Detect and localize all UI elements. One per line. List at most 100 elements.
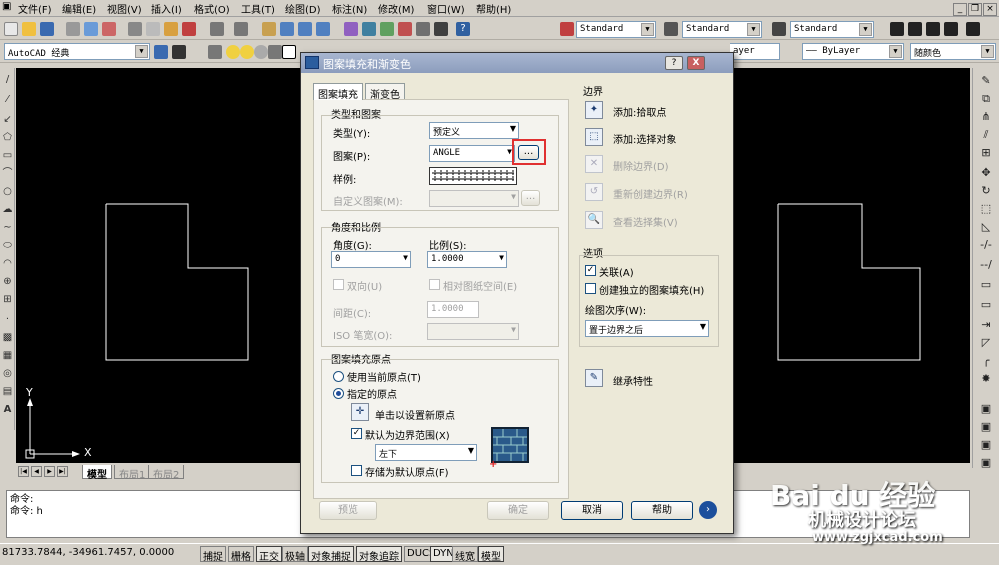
design-center-icon[interactable] [362, 22, 376, 36]
sheet-set-icon[interactable] [398, 22, 412, 36]
zoom-previous-icon[interactable] [316, 22, 330, 36]
status-osnap[interactable]: 对象捕捉 [308, 546, 354, 563]
next-tab-icon[interactable]: ▶ [44, 466, 55, 477]
rectangle-icon[interactable]: ▭ [2, 150, 13, 161]
menu-tools[interactable]: 工具(T) [241, 1, 275, 16]
insert-block-icon[interactable]: ⊕ [2, 276, 13, 287]
mirror-icon[interactable]: ⋔ [979, 110, 993, 124]
hatch-icon[interactable]: ▩ [2, 332, 13, 343]
copy-object-icon[interactable]: ⧉ [979, 92, 993, 106]
offset-icon[interactable]: ⫽ [979, 128, 993, 142]
menu-help[interactable]: 帮助(H) [476, 1, 511, 16]
zoom-realtime-icon[interactable] [280, 22, 294, 36]
dim-linear-icon[interactable] [890, 22, 904, 36]
save-workspace-icon[interactable] [172, 45, 186, 59]
fillet-icon[interactable]: ╭ [979, 354, 993, 368]
dim-style-select[interactable]: Standard ▼ [682, 21, 762, 38]
erase-icon[interactable]: ✎ [979, 74, 993, 88]
preview-icon[interactable] [84, 22, 98, 36]
more-options-icon[interactable]: › [699, 501, 717, 519]
properties-icon[interactable] [344, 22, 358, 36]
paste-icon[interactable] [164, 22, 178, 36]
status-lineweight[interactable]: 线宽 [452, 546, 478, 563]
extent-position-select[interactable]: 左下 ▼ [375, 444, 477, 461]
open-icon[interactable] [22, 22, 36, 36]
menu-view[interactable]: 视图(V) [107, 1, 142, 16]
markup-icon[interactable] [416, 22, 430, 36]
tab-layout1[interactable]: 布局1 [114, 465, 151, 481]
tab-layout2[interactable]: 布局2 [148, 465, 185, 481]
workspace-select[interactable]: AutoCAD 经典 ▼ [4, 43, 150, 60]
hatch-sample-swatch[interactable] [429, 167, 517, 185]
draw-order-back-icon[interactable]: ▣ [979, 420, 993, 434]
region-icon[interactable]: ◎ [2, 368, 13, 379]
mtext-icon[interactable]: A [2, 404, 13, 415]
dialog-help-button[interactable]: ? [665, 56, 683, 70]
status-ortho[interactable]: 正交 [256, 546, 282, 563]
status-polar[interactable]: 极轴 [282, 546, 308, 563]
dim-ordinate-icon[interactable] [944, 22, 958, 36]
use-current-origin-radio[interactable] [333, 371, 344, 382]
save-icon[interactable] [40, 22, 54, 36]
extend-icon[interactable]: --/ [979, 258, 993, 272]
publish-icon[interactable] [102, 22, 116, 36]
explode-icon[interactable]: ✸ [979, 372, 993, 386]
table-icon[interactable]: ▤ [2, 386, 13, 397]
match-properties-icon[interactable] [182, 22, 196, 36]
tab-gradient[interactable]: 渐变色 [365, 83, 405, 101]
add-select-objects-icon[interactable]: ⬚ [585, 128, 603, 146]
join-icon[interactable]: ⇥ [979, 318, 993, 332]
construction-line-icon[interactable]: ⁄ [2, 94, 13, 105]
line-icon[interactable]: / [2, 74, 13, 85]
pattern-select[interactable]: ANGLE ▼ [429, 145, 515, 162]
print-icon[interactable] [66, 22, 80, 36]
inherit-properties-label[interactable]: 继承特性 [613, 373, 653, 388]
cancel-button[interactable]: 取消 [561, 501, 623, 520]
tool-palettes-icon[interactable] [380, 22, 394, 36]
gradient-icon[interactable]: ▦ [2, 350, 13, 361]
break-point-icon[interactable]: ▭ [979, 278, 993, 292]
add-pick-points-icon[interactable]: ✦ [585, 101, 603, 119]
menu-edit[interactable]: 编辑(E) [62, 1, 96, 16]
make-block-icon[interactable]: ⊞ [2, 294, 13, 305]
stretch-icon[interactable]: ◺ [979, 220, 993, 234]
layer-on-icon[interactable] [226, 45, 240, 59]
menu-draw[interactable]: 绘图(D) [285, 1, 321, 16]
point-icon[interactable]: · [2, 314, 13, 325]
status-otrack[interactable]: 对象追踪 [356, 546, 402, 563]
default-extent-checkbox[interactable]: ✓ [351, 428, 362, 439]
array-icon[interactable]: ⊞ [979, 146, 993, 160]
scale-select[interactable]: 1.0000 ▼ [427, 251, 507, 268]
cut-icon[interactable] [128, 22, 142, 36]
table-style-select[interactable]: Standard ▼ [790, 21, 874, 38]
break-icon[interactable]: ▭ [979, 298, 993, 312]
layer-freeze-icon[interactable] [240, 45, 254, 59]
calculator-icon[interactable] [434, 22, 448, 36]
click-set-origin-icon[interactable]: ✛ [351, 403, 369, 421]
draw-order-front-icon[interactable]: ▣ [979, 402, 993, 416]
ellipse-arc-icon[interactable]: ◠ [2, 258, 13, 269]
workspace-settings-icon[interactable] [154, 45, 168, 59]
add-pick-points-label[interactable]: 添加:拾取点 [613, 104, 666, 119]
arc-icon[interactable]: ⌒ [2, 168, 13, 179]
dim-radius-icon[interactable] [966, 22, 980, 36]
move-icon[interactable]: ✥ [979, 166, 993, 180]
tab-hatch[interactable]: 图案填充 [313, 83, 363, 101]
undo-icon[interactable] [210, 22, 224, 36]
last-tab-icon[interactable]: ▶| [57, 466, 68, 477]
type-select[interactable]: 预定义 ▼ [429, 122, 519, 139]
status-snap[interactable]: 捕捉 [200, 546, 226, 563]
angle-select[interactable]: 0 ▼ [331, 251, 411, 268]
minimize-icon[interactable]: _ [953, 3, 967, 16]
layer-select[interactable]: ayer [730, 43, 780, 60]
pan-icon[interactable] [262, 22, 276, 36]
menu-window[interactable]: 窗口(W) [427, 1, 465, 16]
dim-aligned-icon[interactable] [908, 22, 922, 36]
chamfer-icon[interactable]: ◸ [979, 336, 993, 350]
help-icon[interactable]: ? [456, 22, 470, 36]
first-tab-icon[interactable]: |◀ [18, 466, 29, 477]
ellipse-icon[interactable]: ⬭ [2, 240, 13, 251]
draw-order-select[interactable]: 置于边界之后 ▼ [585, 320, 709, 337]
specified-origin-radio[interactable] [333, 388, 344, 399]
linetype-select[interactable]: —— ByLayer ▼ [802, 43, 904, 60]
